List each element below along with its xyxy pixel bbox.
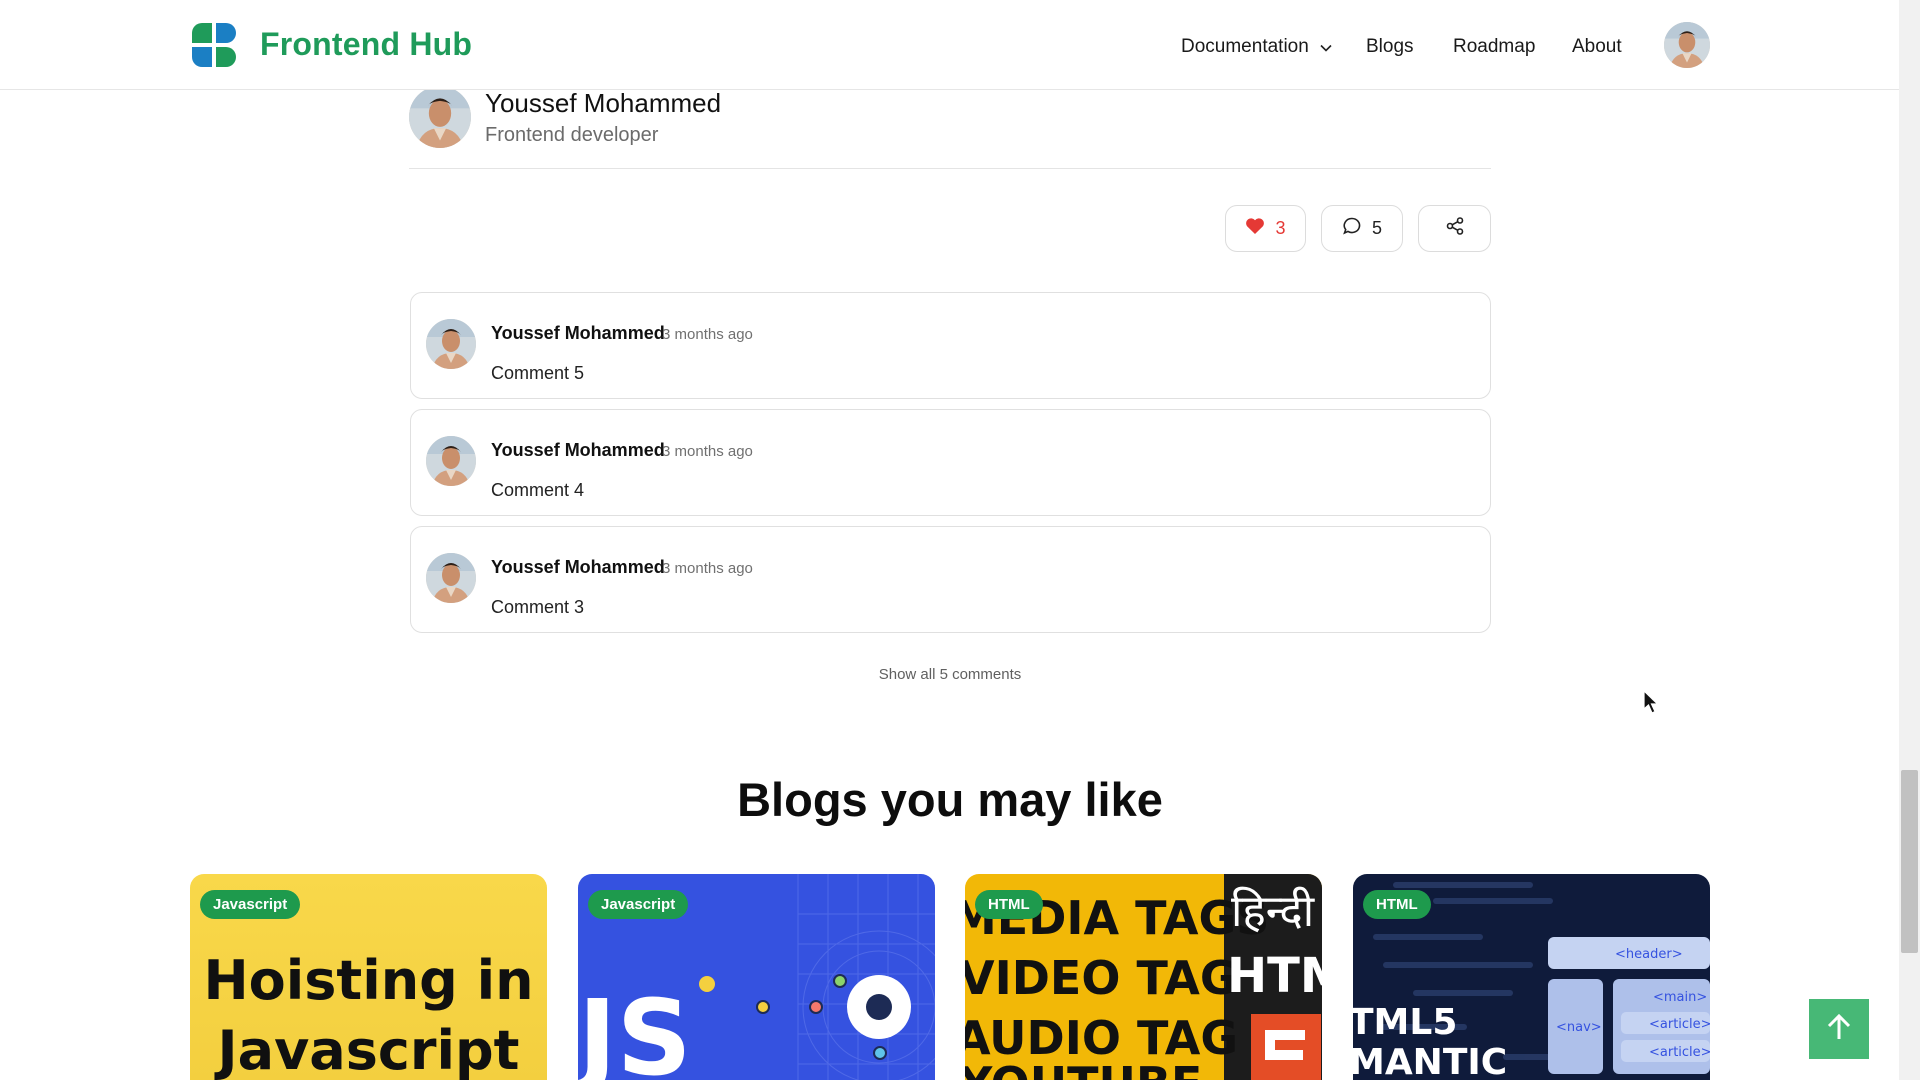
cursor-icon	[1643, 689, 1661, 714]
author-role: Frontend developer	[485, 124, 659, 146]
comment-avatar[interactable]	[426, 436, 476, 486]
blog-thumbnail-line: MANTIC	[1353, 1042, 1507, 1080]
author-name[interactable]: Youssef Mohammed	[485, 88, 721, 119]
comment-count: 5	[1371, 218, 1382, 238]
scrollbar-thumb[interactable]	[1901, 770, 1918, 953]
show-all-comments-link[interactable]: Show all 5 comments	[879, 666, 1022, 683]
comment-card: Youssef Mohammed 3 months ago Comment 5	[410, 292, 1491, 399]
comment-author[interactable]: Youssef Mohammed	[491, 557, 665, 578]
blog-thumbnail-line: VIDEO TAG	[965, 951, 1238, 1005]
user-avatar[interactable]	[1664, 22, 1710, 68]
arrow-up-icon	[1824, 1012, 1854, 1047]
blog-card[interactable]: <header> <nav> <main> <article> <article…	[1353, 874, 1710, 1080]
blog-thumbnail-side-label: HTM	[1227, 948, 1322, 1004]
comment-text: Comment 5	[491, 363, 585, 383]
comment-author[interactable]: Youssef Mohammed	[491, 323, 665, 344]
code-tag: <article>	[1649, 1045, 1710, 1060]
blog-thumbnail-title: JS	[578, 977, 692, 1080]
code-tag: <main>	[1653, 990, 1707, 1005]
code-tag: <nav>	[1556, 1020, 1602, 1035]
comment-button[interactable]: 5	[1321, 205, 1403, 252]
logo-icon[interactable]	[190, 21, 238, 69]
nav-documentation-label: Documentation	[1181, 36, 1309, 58]
chevron-down-icon	[1320, 36, 1332, 58]
related-blogs-title: Blogs you may like	[737, 773, 1163, 826]
blog-tag[interactable]: Javascript	[200, 890, 301, 919]
blog-thumbnail-line: Hoisting in	[203, 949, 534, 1012]
comment-icon	[1342, 216, 1362, 241]
nav-about[interactable]: About	[1572, 36, 1622, 58]
blog-tag[interactable]: HTML	[975, 890, 1043, 919]
comment-text: Comment 3	[491, 597, 585, 617]
blog-tag[interactable]: HTML	[1363, 890, 1431, 919]
nav-blogs[interactable]: Blogs	[1366, 36, 1414, 58]
blog-card[interactable]: JS Javascript	[578, 874, 935, 1080]
blog-thumbnail-side-text: हिन्दी	[1231, 886, 1316, 937]
nav-roadmap[interactable]: Roadmap	[1453, 36, 1535, 58]
blog-card[interactable]: MEDIA TAGS VIDEO TAG AUDIO TAG YOUTUBE ह…	[965, 874, 1322, 1080]
blog-thumbnail-line: YOUTUBE	[965, 1057, 1202, 1080]
show-all-comments: Show all 5 comments	[0, 666, 1900, 683]
back-to-top-button[interactable]	[1809, 999, 1869, 1059]
blog-thumbnail-line: Javascript	[217, 1019, 520, 1080]
comment-time: 3 months ago	[662, 560, 753, 577]
like-count: 3	[1275, 218, 1286, 238]
comment-card: Youssef Mohammed 3 months ago Comment 3	[410, 526, 1491, 633]
like-button[interactable]: 3	[1225, 205, 1306, 252]
comment-avatar[interactable]	[426, 553, 476, 603]
heart-icon	[1245, 217, 1265, 240]
nav-documentation[interactable]: Documentation	[1181, 36, 1332, 58]
divider	[409, 168, 1491, 169]
comment-text: Comment 4	[491, 480, 585, 500]
blog-card[interactable]: Javascript Hoisting in Javascript	[190, 874, 547, 1080]
comment-time: 3 months ago	[662, 443, 753, 460]
brand-name[interactable]: Frontend Hub	[260, 26, 472, 63]
code-tag: <article>	[1649, 1017, 1710, 1032]
blog-thumbnail-title: Hoisting in Javascript	[190, 946, 547, 1080]
comment-card: Youssef Mohammed 3 months ago Comment 4	[410, 409, 1491, 516]
comment-author[interactable]: Youssef Mohammed	[491, 440, 665, 461]
author-avatar[interactable]	[409, 86, 471, 148]
comment-time: 3 months ago	[662, 326, 753, 343]
comment-avatar[interactable]	[426, 319, 476, 369]
share-icon	[1445, 216, 1465, 241]
blog-tag[interactable]: Javascript	[588, 890, 689, 919]
site-header: Frontend Hub Documentation Blogs Roadmap…	[0, 0, 1899, 90]
code-tag: <header>	[1615, 947, 1683, 962]
share-button[interactable]	[1418, 205, 1491, 252]
blog-thumbnail-line: TML5	[1353, 1002, 1457, 1043]
